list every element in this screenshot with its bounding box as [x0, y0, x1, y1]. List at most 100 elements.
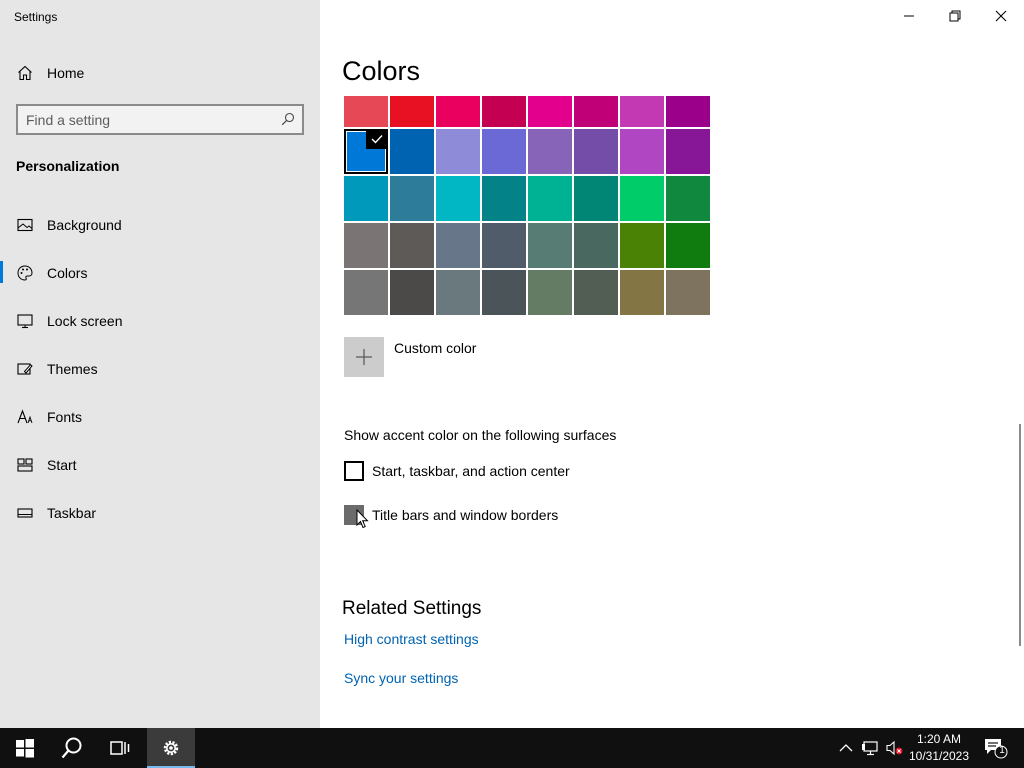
sidebar: Settings Home Personalization Background…: [0, 0, 320, 728]
color-swatch[interactable]: [436, 96, 480, 127]
minimize-button[interactable]: [886, 0, 932, 32]
color-swatch[interactable]: [666, 223, 710, 268]
lock-screen-icon: [17, 313, 33, 329]
sidebar-item-label: Colors: [47, 265, 88, 281]
start-taskbar-checkbox[interactable]: [344, 461, 364, 481]
sidebar-item-label: Start: [47, 457, 77, 473]
sidebar-item-fonts[interactable]: Fonts: [0, 397, 320, 437]
task-view-button[interactable]: [96, 728, 144, 768]
color-swatch[interactable]: [666, 129, 710, 174]
windows-logo-icon: [16, 739, 34, 758]
restore-button[interactable]: [932, 0, 978, 32]
surfaces-heading: Show accent color on the following surfa…: [344, 427, 617, 443]
color-swatch[interactable]: [482, 129, 526, 174]
color-swatch[interactable]: [574, 270, 618, 315]
color-swatch[interactable]: [436, 129, 480, 174]
search-input[interactable]: [26, 110, 276, 130]
color-swatch[interactable]: [344, 129, 388, 174]
sidebar-item-label: Lock screen: [47, 313, 123, 329]
home-icon: [17, 65, 33, 81]
color-swatch[interactable]: [620, 176, 664, 221]
taskbar-icon: [17, 505, 33, 521]
color-swatch[interactable]: [666, 96, 710, 127]
color-swatch[interactable]: [390, 223, 434, 268]
color-swatch[interactable]: [620, 270, 664, 315]
sync-settings-link[interactable]: Sync your settings: [344, 670, 458, 686]
title-bars-label[interactable]: Title bars and window borders: [372, 507, 558, 523]
color-swatch[interactable]: [482, 223, 526, 268]
color-swatch[interactable]: [344, 270, 388, 315]
search-icon[interactable]: [281, 112, 295, 126]
home-label: Home: [47, 65, 85, 81]
color-swatch[interactable]: [390, 129, 434, 174]
color-swatch[interactable]: [528, 96, 572, 127]
color-swatch[interactable]: [436, 176, 480, 221]
color-swatch[interactable]: [574, 129, 618, 174]
color-swatch[interactable]: [344, 96, 388, 127]
action-center-button[interactable]: 1: [978, 728, 1018, 768]
plus-icon: [356, 349, 372, 365]
selection-indicator: [0, 261, 3, 283]
clock-time: 1:20 AM: [916, 732, 962, 746]
color-swatch[interactable]: [390, 96, 434, 127]
taskbar-search-button[interactable]: [48, 728, 96, 768]
app-title: Settings: [14, 10, 58, 24]
high-contrast-link[interactable]: High contrast settings: [344, 631, 479, 647]
sidebar-item-themes[interactable]: Themes: [0, 349, 320, 389]
sidebar-item-colors[interactable]: Colors: [0, 253, 320, 293]
color-swatch[interactable]: [528, 223, 572, 268]
color-swatch[interactable]: [528, 176, 572, 221]
sidebar-item-start[interactable]: Start: [0, 445, 320, 485]
color-swatch[interactable]: [574, 176, 618, 221]
taskbar: 1:20 AM 10/31/2023 1: [0, 728, 1024, 768]
start-button[interactable]: [0, 728, 48, 768]
color-swatch[interactable]: [482, 270, 526, 315]
taskbar-settings-app[interactable]: [147, 728, 195, 768]
color-swatch[interactable]: [344, 176, 388, 221]
close-button[interactable]: [978, 0, 1024, 32]
volume-muted-icon[interactable]: [886, 740, 904, 756]
clock[interactable]: 1:20 AM 10/31/2023: [906, 731, 972, 765]
color-swatch[interactable]: [666, 176, 710, 221]
home-nav[interactable]: Home: [0, 60, 320, 86]
palette-icon: [17, 265, 33, 281]
search-icon: [61, 737, 82, 759]
color-swatch[interactable]: [574, 96, 618, 127]
scrollbar[interactable]: [1019, 424, 1021, 646]
color-swatch[interactable]: [574, 223, 618, 268]
mouse-pointer-icon: [356, 508, 369, 534]
accent-color-palette: [344, 96, 712, 316]
section-title: Personalization: [16, 158, 120, 174]
chevron-up-icon[interactable]: [838, 740, 856, 756]
checkmark-icon: [366, 129, 388, 149]
color-swatch[interactable]: [436, 270, 480, 315]
color-swatch[interactable]: [436, 223, 480, 268]
picture-icon: [17, 217, 33, 233]
color-swatch[interactable]: [344, 223, 388, 268]
color-swatch[interactable]: [482, 96, 526, 127]
start-taskbar-label[interactable]: Start, taskbar, and action center: [372, 463, 570, 479]
color-swatch[interactable]: [528, 270, 572, 315]
sidebar-item-taskbar[interactable]: Taskbar: [0, 493, 320, 533]
sidebar-item-label: Fonts: [47, 409, 83, 425]
themes-icon: [17, 361, 33, 377]
sidebar-item-label: Background: [47, 217, 122, 233]
color-swatch[interactable]: [528, 129, 572, 174]
sidebar-item-background[interactable]: Background: [0, 205, 320, 245]
fonts-icon: [17, 409, 33, 425]
color-swatch[interactable]: [620, 129, 664, 174]
notification-count: 1: [999, 745, 1005, 756]
network-icon[interactable]: [862, 740, 880, 756]
color-swatch[interactable]: [482, 176, 526, 221]
sidebar-item-lock-screen[interactable]: Lock screen: [0, 301, 320, 341]
related-settings-heading: Related Settings: [342, 598, 482, 619]
color-swatch[interactable]: [390, 176, 434, 221]
custom-color-label[interactable]: Custom color: [394, 340, 476, 356]
color-swatch[interactable]: [620, 223, 664, 268]
color-swatch[interactable]: [390, 270, 434, 315]
color-swatch[interactable]: [620, 96, 664, 127]
minimize-icon: [904, 15, 914, 17]
color-swatch[interactable]: [666, 270, 710, 315]
custom-color-button[interactable]: [344, 337, 384, 377]
search-box[interactable]: [16, 104, 304, 135]
